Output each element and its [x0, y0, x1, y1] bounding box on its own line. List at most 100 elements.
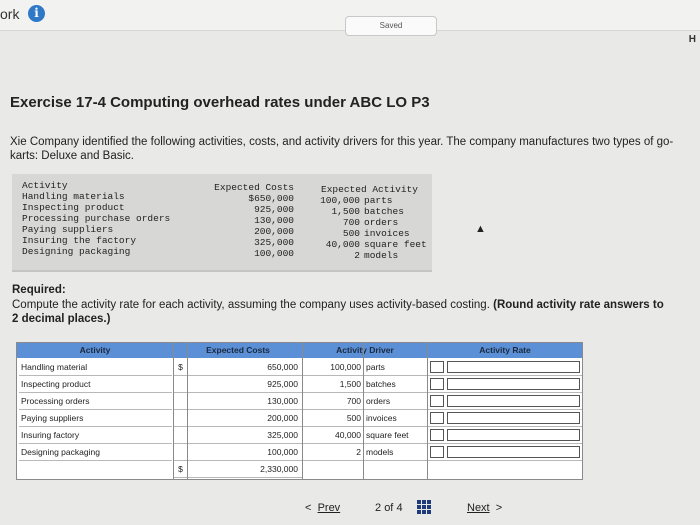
given-cost: 925,000: [254, 204, 294, 215]
given-expected-row: 1,500 batches: [312, 206, 427, 217]
prev-label: Prev: [317, 502, 341, 514]
table-driver-unit-cell: square feet: [364, 427, 427, 444]
dollar-sign-cell: $: [174, 359, 187, 376]
dollar-sign-cell: [174, 376, 187, 393]
given-activity: Insuring the factory: [22, 235, 137, 246]
mouse-cursor-icon: ▲: [475, 223, 486, 235]
given-cost: 130,000: [254, 215, 294, 226]
given-unit: batches: [364, 206, 404, 217]
given-qty: 100,000: [320, 195, 360, 206]
given-unit: models: [364, 250, 399, 261]
table-driver-unit-cell: batches: [364, 376, 427, 393]
given-unit: parts: [364, 195, 393, 206]
rate-dollar-input[interactable]: [430, 412, 444, 424]
dollar-sign-cell: [174, 393, 187, 410]
total-dollar-sign: $: [174, 461, 187, 478]
required-instructions: Compute the activity rate for each activ…: [12, 298, 672, 326]
work-label: ork: [0, 6, 20, 22]
saved-status: Saved: [345, 16, 437, 36]
given-expected-row: 40,000 square feet: [312, 239, 427, 250]
next-button[interactable]: Next >: [467, 502, 502, 514]
given-expected-column: Expected Activity 100,000 parts 1,500 batc…: [312, 184, 427, 261]
question-grid-icon[interactable]: [417, 500, 431, 514]
top-bar: ork i Saved: [0, 0, 700, 36]
table-cost-cell: 325,000: [188, 427, 302, 444]
table-driver-qty-cell: 500: [303, 410, 363, 427]
table-driver-qty-cell: 100,000: [303, 359, 363, 376]
table-driver-qty-cell: 700: [303, 393, 363, 410]
rate-dollar-input[interactable]: [430, 446, 444, 458]
table-driver-qty-cell: 1,500: [303, 376, 363, 393]
table-driver-unit-cell: models: [364, 444, 427, 461]
chevron-left-icon: <: [305, 502, 312, 514]
given-qty: 700: [342, 217, 360, 228]
given-cost: 100,000: [254, 248, 294, 259]
activity-rate-input[interactable]: [447, 412, 580, 424]
header-activity: Activity: [17, 343, 173, 358]
given-header-expected: Expected Activity: [321, 184, 418, 195]
rate-dollar-input[interactable]: [430, 378, 444, 390]
question-navigation: < Prev 2 of 4 Next >: [295, 496, 525, 520]
given-qty: 500: [342, 228, 360, 239]
given-activity: Paying suppliers: [22, 224, 114, 235]
given-unit: invoices: [364, 228, 410, 239]
table-activity-cell: Designing packaging: [19, 444, 172, 461]
header-expected-costs: Expected Costs: [174, 343, 302, 358]
given-activity: Inspecting product: [22, 202, 125, 213]
given-activity: Processing purchase orders: [22, 213, 171, 224]
activity-rate-input[interactable]: [447, 429, 580, 441]
activity-rate-input[interactable]: [447, 446, 580, 458]
given-header-costs: Expected Costs: [214, 182, 294, 193]
chevron-right-icon: >: [495, 502, 503, 514]
rate-dollar-input[interactable]: [430, 361, 444, 373]
table-driver-unit-cell: orders: [364, 393, 427, 410]
given-cost: 200,000: [254, 226, 294, 237]
page-current: 2: [375, 502, 382, 514]
given-header-activity: Activity: [22, 180, 68, 191]
page-of: of: [384, 502, 394, 514]
given-qty: 40,000: [325, 239, 360, 250]
page-indicator: 2 of 4: [375, 502, 403, 514]
given-expected-row: 2 models: [312, 250, 427, 261]
given-cost: 325,000: [254, 237, 294, 248]
dollar-sign-cell: [174, 444, 187, 461]
prev-button[interactable]: < Prev: [305, 502, 340, 514]
given-cost-column: Expected Costs $650,000 925,000 130,000 …: [212, 182, 294, 259]
activity-rate-table: Activity Expected Costs Activity Driver …: [16, 342, 583, 480]
given-expected-row: 100,000 parts: [312, 195, 427, 206]
dollar-sign-cell: [174, 427, 187, 444]
table-cost-cell: 130,000: [188, 393, 302, 410]
header-activity-rate: Activity Rate: [428, 343, 582, 358]
table-activity-cell: Processing orders: [19, 393, 172, 410]
given-unit: orders: [364, 217, 399, 228]
activity-rate-input[interactable]: [447, 361, 580, 373]
given-unit: square feet: [364, 239, 427, 250]
table-driver-unit-cell: invoices: [364, 410, 427, 427]
corner-letter: H: [688, 34, 696, 45]
table-activity-cell: Paying suppliers: [19, 410, 172, 427]
table-activity-cell: Insuring factory: [19, 427, 172, 444]
table-driver-unit-cell: parts: [364, 359, 427, 376]
table-activity-cell: Inspecting product: [19, 376, 172, 393]
table-cost-cell: 650,000: [188, 359, 302, 376]
required-text: Compute the activity rate for each activ…: [12, 299, 490, 311]
rate-dollar-input[interactable]: [430, 395, 444, 407]
exercise-title: Exercise 17-4 Computing overhead rates u…: [10, 94, 430, 111]
table-driver-qty-cell: 2: [303, 444, 363, 461]
rate-dollar-input[interactable]: [430, 429, 444, 441]
header-activity-driver: Activity Driver: [303, 343, 427, 358]
table-cost-cell: 100,000: [188, 444, 302, 461]
given-qty: 1,500: [331, 206, 360, 217]
given-cost: $650,000: [248, 193, 294, 204]
required-label: Required:: [12, 284, 66, 296]
activity-rate-input[interactable]: [447, 378, 580, 390]
given-activity: Designing packaging: [22, 246, 131, 257]
table-activity-cell: Handling material: [19, 359, 172, 376]
info-icon[interactable]: i: [28, 5, 45, 22]
given-activity-column: Activity Handling materials Inspecting p…: [22, 180, 170, 257]
activity-rate-input[interactable]: [447, 395, 580, 407]
next-label: Next: [467, 502, 490, 514]
given-data-box: Activity Handling materials Inspecting p…: [12, 174, 432, 272]
given-expected-row: 500 invoices: [312, 228, 427, 239]
given-expected-row: 700 orders: [312, 217, 427, 228]
